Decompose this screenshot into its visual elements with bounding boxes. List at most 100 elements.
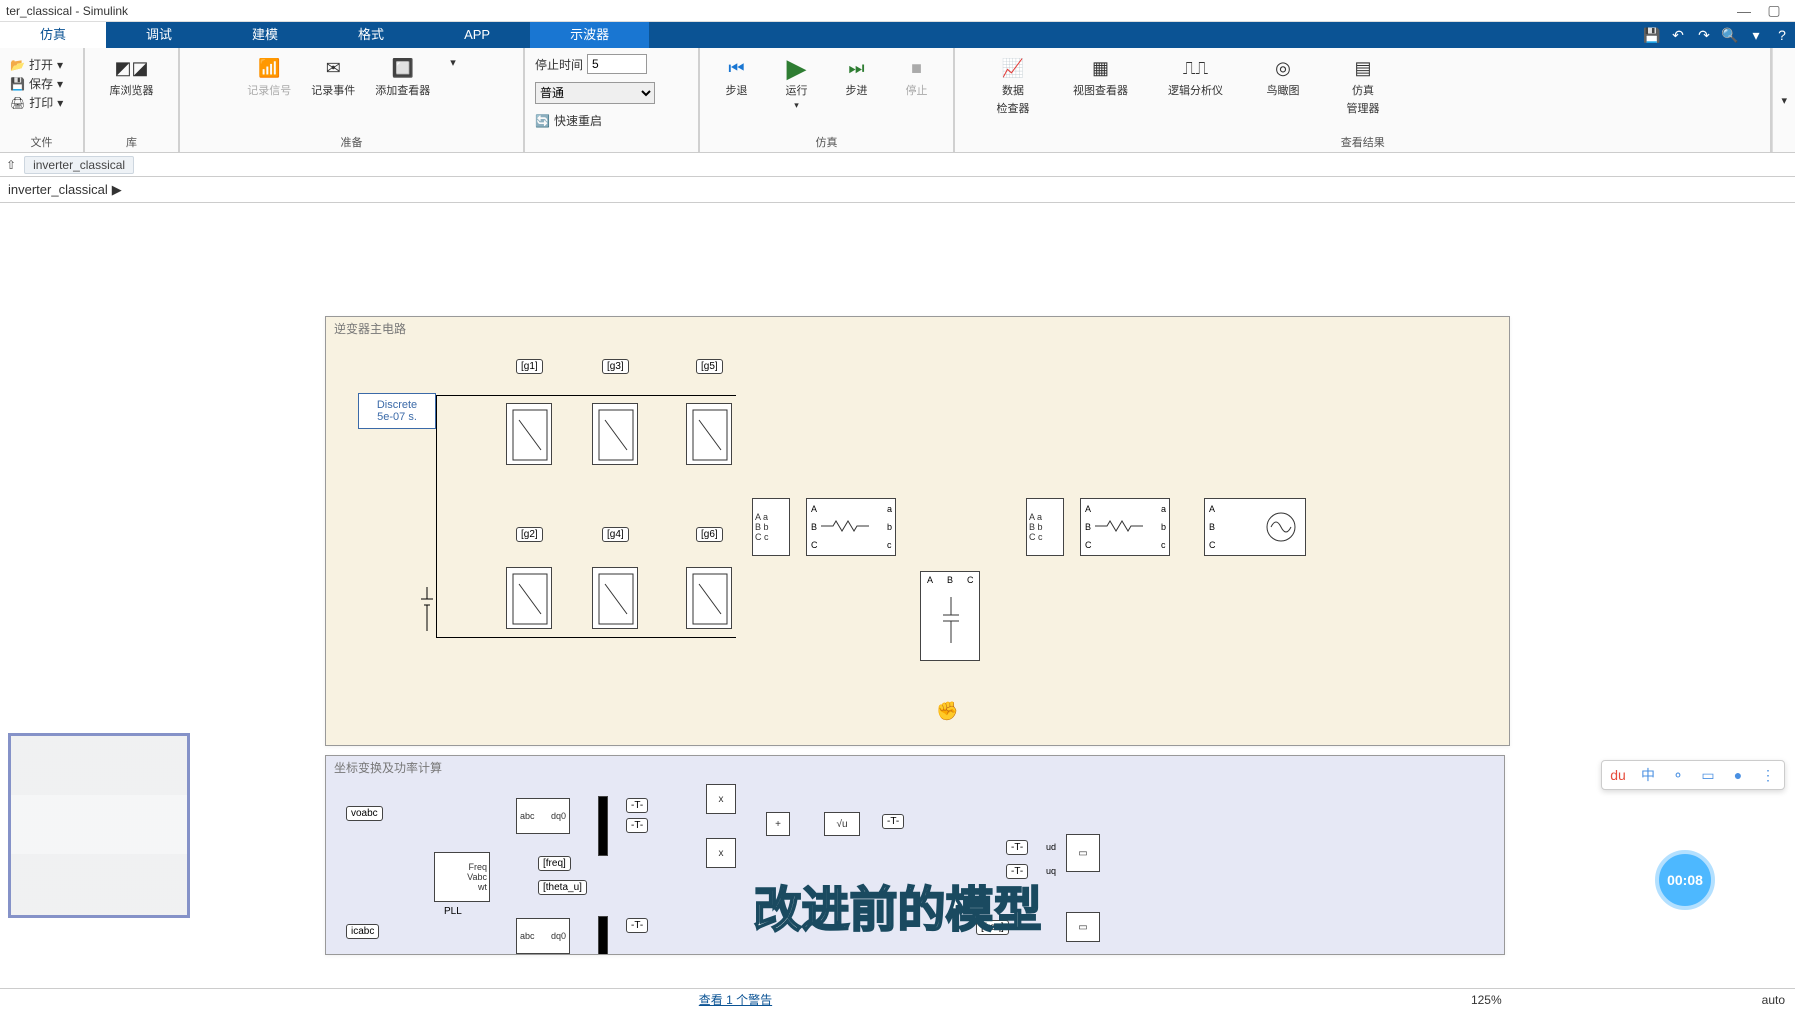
svg-text:A: A [1209, 504, 1215, 514]
step-back-icon: ⏮ [725, 56, 749, 80]
help-icon[interactable]: ? [1769, 22, 1795, 48]
area-main-circuit[interactable]: 逆变器主电路 Discrete 5e-07 s. [g1] [g3] [g5] … [325, 316, 1510, 746]
ribbon: 📂打开▾ 💾保存▾ 🖨打印▾ 文件 ◩◪ 库浏览器 库 📶 记录信号 ✉ 记录事… [0, 48, 1795, 153]
nav-up-icon[interactable]: ⇧ [6, 158, 16, 172]
restart-icon: 🔄 [535, 114, 550, 128]
data-inspector-button[interactable]: 📈 数据 检查器 [985, 52, 1041, 120]
model-thumbnail[interactable] [8, 733, 190, 918]
block-cap-bank[interactable]: ABC [920, 571, 980, 661]
stop-button[interactable]: ■ 停止 [889, 52, 945, 102]
ime-user-icon[interactable]: ● [1728, 765, 1748, 785]
label-ud: ud [1046, 842, 1056, 852]
step-back-button[interactable]: ⏮ 步退 [709, 52, 765, 102]
tag-T1[interactable]: -T- [626, 798, 648, 813]
block-demux-2[interactable] [598, 916, 608, 955]
search-icon[interactable]: 🔍 [1717, 22, 1743, 48]
dropdown-icon[interactable]: ▾ [1743, 22, 1769, 48]
sim-mode-select[interactable]: 普通 [535, 82, 655, 104]
save-quick-icon[interactable]: 💾 [1639, 22, 1665, 48]
tab-scope[interactable]: 示波器 [530, 22, 649, 48]
block-measurement-1[interactable]: A aB bC c [752, 498, 790, 556]
logic-analyzer-button[interactable]: ⎍⎍ 逻辑分析仪 [1160, 52, 1231, 102]
tag-T3[interactable]: -T- [626, 918, 648, 933]
tab-modeling[interactable]: 建模 [212, 22, 318, 48]
run-button[interactable]: ▶ 运行▾ [769, 52, 825, 115]
tag-g4[interactable]: [g4] [602, 527, 629, 542]
sim-manager-button[interactable]: ▤ 仿真 管理器 [1335, 52, 1391, 120]
block-igbt-6[interactable] [686, 567, 732, 629]
block-pll[interactable]: Freq Vabc wt [434, 852, 490, 902]
step-forward-button[interactable]: ⏭ 步进 [829, 52, 885, 102]
tab-debug[interactable]: 调试 [106, 22, 212, 48]
waveform-icon: ⎍⎍ [1184, 56, 1208, 80]
block-igbt-2[interactable] [506, 567, 552, 629]
ime-lang[interactable]: 中 [1638, 765, 1658, 785]
tag-voabc[interactable]: voabc [346, 806, 383, 821]
status-zoom[interactable]: 125% [1471, 993, 1502, 1007]
ime-toolbar[interactable]: du 中 ⚬ ▭ ● ⋮ [1601, 760, 1785, 790]
print-button[interactable]: 🖨打印▾ [10, 94, 63, 111]
tab-simulation[interactable]: 仿真 [0, 22, 106, 48]
ime-more-icon[interactable]: ⋮ [1758, 765, 1778, 785]
tab-app[interactable]: APP [424, 22, 530, 48]
save-icon: 💾 [10, 77, 25, 91]
viewer-icon: 🔲 [391, 56, 415, 80]
block-sqrt[interactable]: √u [824, 812, 860, 836]
log-signal-button[interactable]: 📶 记录信号 [239, 52, 299, 102]
block-rlc-1[interactable]: ABCabc [806, 498, 896, 556]
tag-theta[interactable]: [theta_u] [538, 880, 587, 895]
block-igbt-5[interactable] [686, 403, 732, 465]
block-ac-source[interactable]: ABC [1204, 498, 1306, 556]
tag-g2[interactable]: [g2] [516, 527, 543, 542]
block-igbt-4[interactable] [592, 567, 638, 629]
ime-logo-icon[interactable]: du [1608, 765, 1628, 785]
view-viewer-button[interactable]: ▦ 视图查看器 [1065, 52, 1136, 102]
tag-g6[interactable]: [g6] [696, 527, 723, 542]
block-abc-dq0-1[interactable]: abcdq0 [516, 798, 570, 834]
tag-ud-in[interactable]: -T- [1006, 840, 1028, 855]
block-scope-1[interactable]: ▭ [1066, 834, 1100, 872]
redo-icon[interactable]: ↷ [1691, 22, 1717, 48]
stop-time-input[interactable] [587, 54, 647, 74]
save-button[interactable]: 💾保存▾ [10, 75, 63, 92]
breadcrumb-root[interactable]: inverter_classical [8, 182, 108, 197]
block-mult-1[interactable]: x [706, 784, 736, 814]
path-chip[interactable]: inverter_classical [24, 156, 134, 174]
block-rlc-2[interactable]: ABCabc [1080, 498, 1170, 556]
add-viewer-button[interactable]: 🔲 添加查看器 [367, 52, 438, 102]
tag-freq[interactable]: [freq] [538, 856, 571, 871]
block-igbt-1[interactable] [506, 403, 552, 465]
undo-icon[interactable]: ↶ [1665, 22, 1691, 48]
prepare-dropdown[interactable]: ▾ [442, 52, 464, 73]
ime-keyboard-icon[interactable]: ▭ [1698, 765, 1718, 785]
tag-out[interactable]: -T- [882, 814, 904, 829]
tag-g3[interactable]: [g3] [602, 359, 629, 374]
ime-dot-icon[interactable]: ⚬ [1668, 765, 1688, 785]
bird-eye-button[interactable]: ◎ 鸟瞰图 [1255, 52, 1311, 102]
maximize-icon[interactable]: ▢ [1759, 2, 1789, 19]
block-abc-dq0-2[interactable]: abcdq0 [516, 918, 570, 954]
svg-text:B: B [1209, 522, 1215, 532]
block-mult-2[interactable]: x [706, 838, 736, 868]
tag-T2[interactable]: -T- [626, 818, 648, 833]
svg-text:b: b [1161, 522, 1166, 532]
block-sum[interactable]: + [766, 812, 790, 836]
block-scope-2[interactable]: ▭ [1066, 912, 1100, 942]
block-powergui[interactable]: Discrete 5e-07 s. [358, 393, 436, 429]
tag-g5[interactable]: [g5] [696, 359, 723, 374]
record-timer: 00:08 [1655, 850, 1715, 910]
minimize-icon[interactable]: — [1729, 3, 1759, 19]
block-demux-1[interactable] [598, 796, 608, 856]
block-measurement-2[interactable]: A aB bC c [1026, 498, 1064, 556]
tag-g1[interactable]: [g1] [516, 359, 543, 374]
block-igbt-3[interactable] [592, 403, 638, 465]
log-event-button[interactable]: ✉ 记录事件 [303, 52, 363, 102]
fast-restart-button[interactable]: 🔄 快速重启 [529, 110, 608, 131]
tag-icabc[interactable]: icabc [346, 924, 379, 939]
open-button[interactable]: 📂打开▾ [10, 56, 63, 73]
block-dc-source[interactable] [421, 587, 443, 636]
ribbon-dropdown[interactable]: ▾ [1772, 48, 1795, 152]
library-browser-button[interactable]: ◩◪ 库浏览器 [102, 52, 162, 102]
tab-format[interactable]: 格式 [318, 22, 424, 48]
status-warning-link[interactable]: 查看 1 个警告 [699, 993, 772, 1007]
